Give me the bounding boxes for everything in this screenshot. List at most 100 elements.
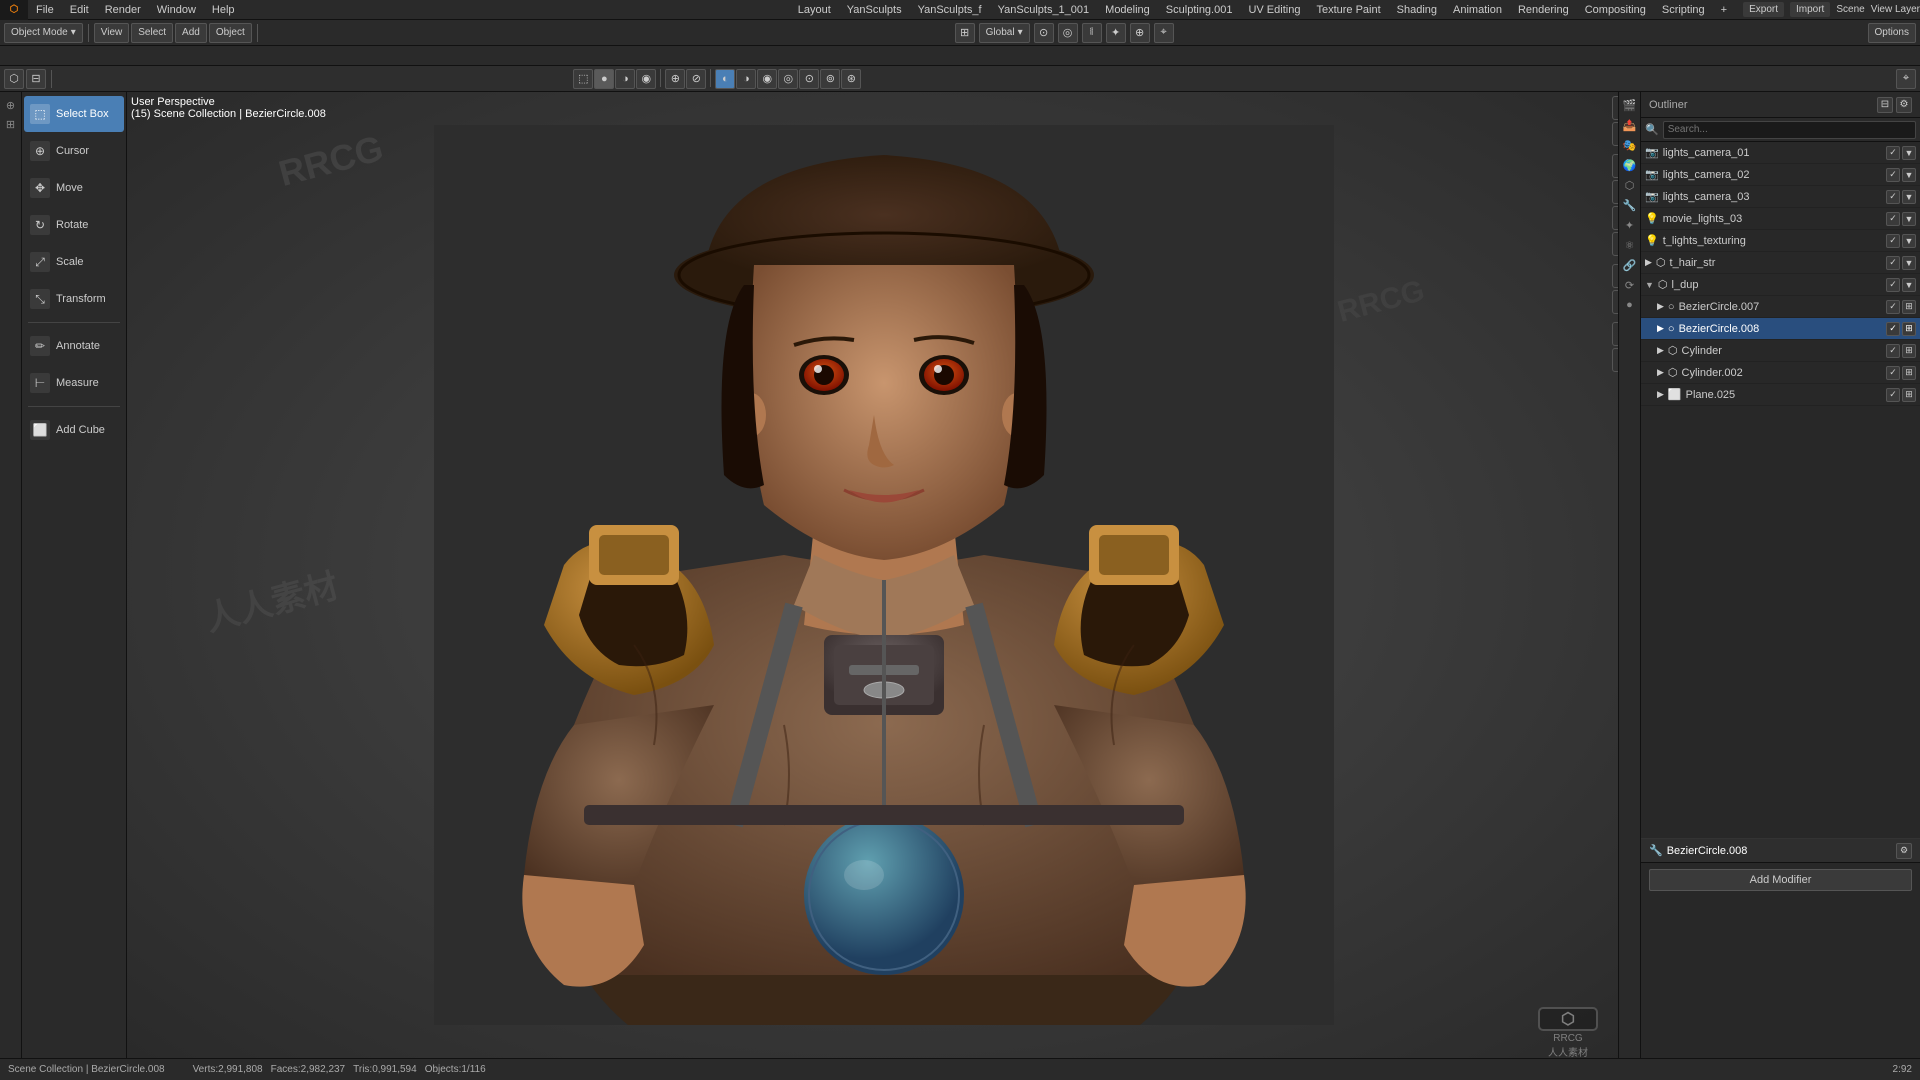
tool-annotate[interactable]: ✏ Annotate — [24, 328, 124, 364]
outliner-item-movie-lights[interactable]: 💡 movie_lights_03 ✓ ▼ — [1641, 208, 1920, 230]
prop-tab-render[interactable]: 🎬 — [1621, 96, 1639, 114]
menu-compositing[interactable]: Compositing — [1577, 0, 1654, 20]
add-menu[interactable]: Add — [175, 23, 207, 43]
outliner-item-cylinder-002[interactable]: ▶ ⬡ Cylinder.002 ✓ ⊞ — [1641, 362, 1920, 384]
tool-transform[interactable]: ⤡ Transform — [24, 281, 124, 317]
menu-sculpting[interactable]: Sculpting.001 — [1158, 0, 1241, 20]
prop-tab-material[interactable]: ● — [1621, 296, 1639, 314]
outliner-item-lights-cam-03[interactable]: 📷 lights_camera_03 ✓ ▼ — [1641, 186, 1920, 208]
object-mode-dropdown[interactable]: Object Mode ▾ — [4, 23, 83, 43]
visibility-toggle-0[interactable]: ✓ — [1886, 146, 1900, 160]
menu-shading[interactable]: Shading — [1389, 0, 1445, 20]
prop-tab-physics[interactable]: ⚛ — [1621, 236, 1639, 254]
outliner-settings-btn[interactable]: ⚙ — [1896, 97, 1912, 113]
outliner-filter-btn[interactable]: ⊟ — [1877, 97, 1893, 113]
select-toggle-9[interactable]: ⊞ — [1902, 344, 1916, 358]
object-menu[interactable]: Object — [209, 23, 252, 43]
menu-scripting[interactable]: Scripting — [1654, 0, 1713, 20]
proportional-icon[interactable]: ⊙ — [1034, 23, 1054, 43]
left-strip-icon-1[interactable]: ⊕ — [2, 96, 20, 114]
prop-tab-particles[interactable]: ✦ — [1621, 216, 1639, 234]
select-toggle-6[interactable]: ▼ — [1902, 278, 1916, 292]
visibility-toggle-4[interactable]: ✓ — [1886, 234, 1900, 248]
menu-rendering[interactable]: Rendering — [1510, 0, 1577, 20]
menu-modeling[interactable]: Modeling — [1097, 0, 1158, 20]
view-layer-icon[interactable]: ⊟ — [26, 69, 46, 89]
select-menu[interactable]: Select — [131, 23, 173, 43]
viewport-shading-3[interactable]: ◉ — [757, 69, 777, 89]
prop-tab-output[interactable]: 📤 — [1621, 116, 1639, 134]
xray-btn[interactable]: ⊘ — [686, 69, 706, 89]
visibility-toggle-8[interactable]: ✓ — [1886, 322, 1900, 336]
menu-texture[interactable]: Texture Paint — [1308, 0, 1388, 20]
menu-window[interactable]: Window — [149, 0, 204, 20]
select-toggle-8[interactable]: ⊞ — [1902, 322, 1916, 336]
outliner-item-lights-cam-01[interactable]: 📷 lights_camera_01 ✓ ▼ — [1641, 142, 1920, 164]
left-strip-icon-2[interactable]: ⊞ — [2, 115, 20, 133]
select-toggle-2[interactable]: ▼ — [1902, 190, 1916, 204]
outliner-item-bezier-007[interactable]: ▶ ○ BezierCircle.007 ✓ ⊞ — [1641, 296, 1920, 318]
prop-tab-object[interactable]: ⬡ — [1621, 176, 1639, 194]
viewport-shading-7[interactable]: ⊛ — [841, 69, 861, 89]
menu-plus[interactable]: + — [1713, 0, 1735, 20]
menu-yansculpts-001[interactable]: YanSculpts_1_001 — [990, 0, 1098, 20]
outliner-search-input[interactable] — [1663, 121, 1916, 139]
menu-layout[interactable]: Layout — [790, 0, 839, 20]
visibility-toggle-3[interactable]: ✓ — [1886, 212, 1900, 226]
transform-pivot-icon[interactable]: ✦ — [1106, 23, 1126, 43]
wireframe-mode-btn[interactable]: ⬚ — [573, 69, 593, 89]
visibility-toggle-7[interactable]: ✓ — [1886, 300, 1900, 314]
visibility-toggle-10[interactable]: ✓ — [1886, 366, 1900, 380]
menu-render[interactable]: Render — [97, 0, 149, 20]
menu-file[interactable]: File — [28, 0, 62, 20]
select-toggle-4[interactable]: ▼ — [1902, 234, 1916, 248]
viewport-shading-6[interactable]: ⊚ — [820, 69, 840, 89]
tool-scale[interactable]: ⤢ Scale — [24, 244, 124, 280]
outliner-item-l-dup[interactable]: ▼ ⬡ l_dup ✓ ▼ — [1641, 274, 1920, 296]
viewport-lock-icon[interactable]: ⌖ — [1154, 23, 1174, 43]
visibility-toggle-9[interactable]: ✓ — [1886, 344, 1900, 358]
show-gizmo-icon[interactable]: ⊕ — [1130, 23, 1150, 43]
options-btn[interactable]: Options — [1868, 23, 1916, 43]
viewport-3d[interactable]: RRCG 人人素材 RRCG 人人素材 RRCG 人人素材 RRCG — [127, 92, 1640, 1058]
visibility-toggle-11[interactable]: ✓ — [1886, 388, 1900, 402]
import-btn[interactable]: Import — [1790, 2, 1830, 17]
menu-animation[interactable]: Animation — [1445, 0, 1510, 20]
visibility-toggle-1[interactable]: ✓ — [1886, 168, 1900, 182]
prop-tab-scene[interactable]: 🎭 — [1621, 136, 1639, 154]
export-btn[interactable]: Export — [1743, 2, 1784, 17]
outliner-item-lights-cam-02[interactable]: 📷 lights_camera_02 ✓ ▼ — [1641, 164, 1920, 186]
prop-tab-data[interactable]: ⟳ — [1621, 276, 1639, 294]
menu-edit[interactable]: Edit — [62, 0, 97, 20]
outliner-item-bezier-008[interactable]: ▶ ○ BezierCircle.008 ✓ ⊞ — [1641, 318, 1920, 340]
visibility-toggle-2[interactable]: ✓ — [1886, 190, 1900, 204]
rendered-mode-btn[interactable]: ◉ — [636, 69, 656, 89]
select-toggle-1[interactable]: ▼ — [1902, 168, 1916, 182]
viewport-nav-gizmo[interactable]: ⌖ — [1896, 69, 1916, 89]
select-toggle-3[interactable]: ▼ — [1902, 212, 1916, 226]
select-toggle-5[interactable]: ▼ — [1902, 256, 1916, 270]
outliner-item-cylinder[interactable]: ▶ ⬡ Cylinder ✓ ⊞ — [1641, 340, 1920, 362]
prop-tab-modifier[interactable]: 🔧 — [1621, 196, 1639, 214]
global-dropdown[interactable]: Global ▾ — [979, 23, 1030, 43]
tool-select-box[interactable]: ⬚ Select Box — [24, 96, 124, 132]
outliner-item-t-lights-texturing[interactable]: 💡 t_lights_texturing ✓ ▼ — [1641, 230, 1920, 252]
snap-magnet-icon[interactable]: ◎ — [1058, 23, 1078, 43]
menu-yansculpts-f[interactable]: YanSculpts_f — [910, 0, 990, 20]
outliner-item-plane-025[interactable]: ▶ ⬜ Plane.025 ✓ ⊞ — [1641, 384, 1920, 406]
select-toggle-10[interactable]: ⊞ — [1902, 366, 1916, 380]
select-toggle-7[interactable]: ⊞ — [1902, 300, 1916, 314]
view-3d-icon[interactable]: ⬡ — [4, 69, 24, 89]
select-toggle-11[interactable]: ⊞ — [1902, 388, 1916, 402]
viewport-shading-4[interactable]: ◎ — [778, 69, 798, 89]
properties-settings-btn[interactable]: ⚙ — [1896, 843, 1912, 859]
viewport-shading-2[interactable]: ◑ — [736, 69, 756, 89]
prop-tab-constraints[interactable]: 🔗 — [1621, 256, 1639, 274]
overlay-btn[interactable]: ⊕ — [665, 69, 685, 89]
add-modifier-button[interactable]: Add Modifier — [1649, 869, 1912, 891]
snap-icon[interactable]: ⊞ — [955, 23, 975, 43]
solid-mode-btn[interactable]: ● — [594, 69, 614, 89]
mirror-icon[interactable]: ⧛ — [1082, 23, 1102, 43]
tool-move[interactable]: ✥ Move — [24, 170, 124, 206]
outliner-item-t-hair-str[interactable]: ▶ ⬡ t_hair_str ✓ ▼ — [1641, 252, 1920, 274]
